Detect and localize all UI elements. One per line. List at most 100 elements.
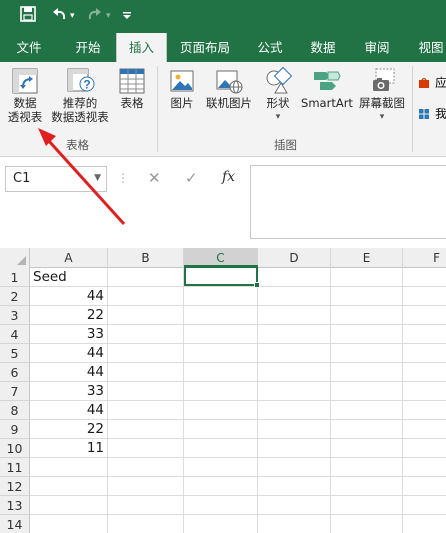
formula-bar-grip-icon[interactable]: ⋮	[117, 171, 129, 185]
tab-formulas[interactable]: 公式	[247, 33, 293, 62]
cell-b14[interactable]	[108, 515, 184, 533]
cell-a8[interactable]: 44	[30, 401, 108, 420]
cell-f9[interactable]	[403, 420, 446, 439]
cell-c14[interactable]	[184, 515, 258, 533]
cell-d12[interactable]	[258, 477, 331, 496]
cell-a4[interactable]: 33	[30, 325, 108, 344]
cell-a2[interactable]: 44	[30, 287, 108, 306]
cell-b11[interactable]	[108, 458, 184, 477]
cell-b1[interactable]	[108, 268, 184, 287]
cell-e3[interactable]	[331, 306, 403, 325]
cell-c9[interactable]	[184, 420, 258, 439]
cell-d4[interactable]	[258, 325, 331, 344]
cell-f14[interactable]	[403, 515, 446, 533]
cell-f13[interactable]	[403, 496, 446, 515]
row-header[interactable]: 6	[0, 363, 30, 382]
cell-b10[interactable]	[108, 439, 184, 458]
cell-e5[interactable]	[331, 344, 403, 363]
cell-a10[interactable]: 11	[30, 439, 108, 458]
fill-handle[interactable]	[254, 282, 260, 288]
cell-e14[interactable]	[331, 515, 403, 533]
cell-f2[interactable]	[403, 287, 446, 306]
cell-d1[interactable]	[258, 268, 331, 287]
row-header[interactable]: 13	[0, 496, 30, 515]
cell-e7[interactable]	[331, 382, 403, 401]
cell-c4[interactable]	[184, 325, 258, 344]
cell-b6[interactable]	[108, 363, 184, 382]
cell-f5[interactable]	[403, 344, 446, 363]
cell-a3[interactable]: 22	[30, 306, 108, 325]
cell-d10[interactable]	[258, 439, 331, 458]
cell-d8[interactable]	[258, 401, 331, 420]
redo-dropdown-icon[interactable]: ▾	[106, 6, 111, 26]
cell-a6[interactable]: 44	[30, 363, 108, 382]
cell-d6[interactable]	[258, 363, 331, 382]
cell-d3[interactable]	[258, 306, 331, 325]
cell-c3[interactable]	[184, 306, 258, 325]
cell-c2[interactable]	[184, 287, 258, 306]
cell-c10[interactable]	[184, 439, 258, 458]
select-all-button[interactable]	[0, 248, 30, 268]
smartart-button[interactable]: SmartArt	[300, 66, 354, 110]
screenshot-button[interactable]: 屏幕截图 ▾	[355, 66, 409, 124]
enter-icon[interactable]: ✓	[185, 169, 198, 187]
cell-a5[interactable]: 44	[30, 344, 108, 363]
row-header[interactable]: 10	[0, 439, 30, 458]
cell-b9[interactable]	[108, 420, 184, 439]
shapes-dropdown-icon[interactable]: ▾	[258, 110, 298, 124]
chevron-down-icon[interactable]: ▼	[94, 173, 101, 183]
tab-insert[interactable]: 插入	[116, 33, 167, 62]
undo-icon[interactable]	[50, 6, 68, 26]
pictures-button[interactable]: 图片	[164, 66, 200, 110]
cell-b4[interactable]	[108, 325, 184, 344]
tab-review[interactable]: 审阅	[354, 33, 400, 62]
cell-b12[interactable]	[108, 477, 184, 496]
cell-b2[interactable]	[108, 287, 184, 306]
cell-b7[interactable]	[108, 382, 184, 401]
cell-d7[interactable]	[258, 382, 331, 401]
cell-a1[interactable]: Seed	[30, 268, 108, 287]
cell-d13[interactable]	[258, 496, 331, 515]
cell-d5[interactable]	[258, 344, 331, 363]
insert-function-icon[interactable]: fx	[222, 169, 235, 185]
cell-f4[interactable]	[403, 325, 446, 344]
tab-data[interactable]: 数据	[300, 33, 346, 62]
save-icon[interactable]	[20, 6, 36, 26]
cancel-icon[interactable]: ✕	[148, 169, 161, 187]
redo-icon[interactable]	[86, 6, 104, 26]
cell-b13[interactable]	[108, 496, 184, 515]
formula-input[interactable]	[250, 165, 446, 239]
column-header-a[interactable]: A	[30, 248, 108, 268]
row-header[interactable]: 1	[0, 268, 30, 287]
pivot-table-button[interactable]: 数据 透视表	[4, 66, 46, 124]
cell-f8[interactable]	[403, 401, 446, 420]
cell-f7[interactable]	[403, 382, 446, 401]
cell-e9[interactable]	[331, 420, 403, 439]
cell-c13[interactable]	[184, 496, 258, 515]
tab-file[interactable]: 文件	[6, 33, 52, 62]
cell-e6[interactable]	[331, 363, 403, 382]
cell-a14[interactable]	[30, 515, 108, 533]
column-header-f[interactable]: F	[403, 248, 446, 268]
customize-icon[interactable]	[122, 6, 132, 26]
row-header[interactable]: 4	[0, 325, 30, 344]
row-header[interactable]: 7	[0, 382, 30, 401]
cell-c6[interactable]	[184, 363, 258, 382]
row-header[interactable]: 3	[0, 306, 30, 325]
cell-e4[interactable]	[331, 325, 403, 344]
row-header[interactable]: 12	[0, 477, 30, 496]
cell-e12[interactable]	[331, 477, 403, 496]
cell-d11[interactable]	[258, 458, 331, 477]
row-header[interactable]: 5	[0, 344, 30, 363]
cell-f10[interactable]	[403, 439, 446, 458]
cell-c1[interactable]	[184, 268, 258, 287]
cell-e13[interactable]	[331, 496, 403, 515]
column-header-e[interactable]: E	[331, 248, 403, 268]
table-button[interactable]: 表格	[114, 66, 150, 110]
column-header-d[interactable]: D	[258, 248, 331, 268]
cell-a9[interactable]: 22	[30, 420, 108, 439]
cell-c7[interactable]	[184, 382, 258, 401]
cell-f11[interactable]	[403, 458, 446, 477]
cell-a12[interactable]	[30, 477, 108, 496]
store-button[interactable]: 应	[418, 72, 446, 91]
